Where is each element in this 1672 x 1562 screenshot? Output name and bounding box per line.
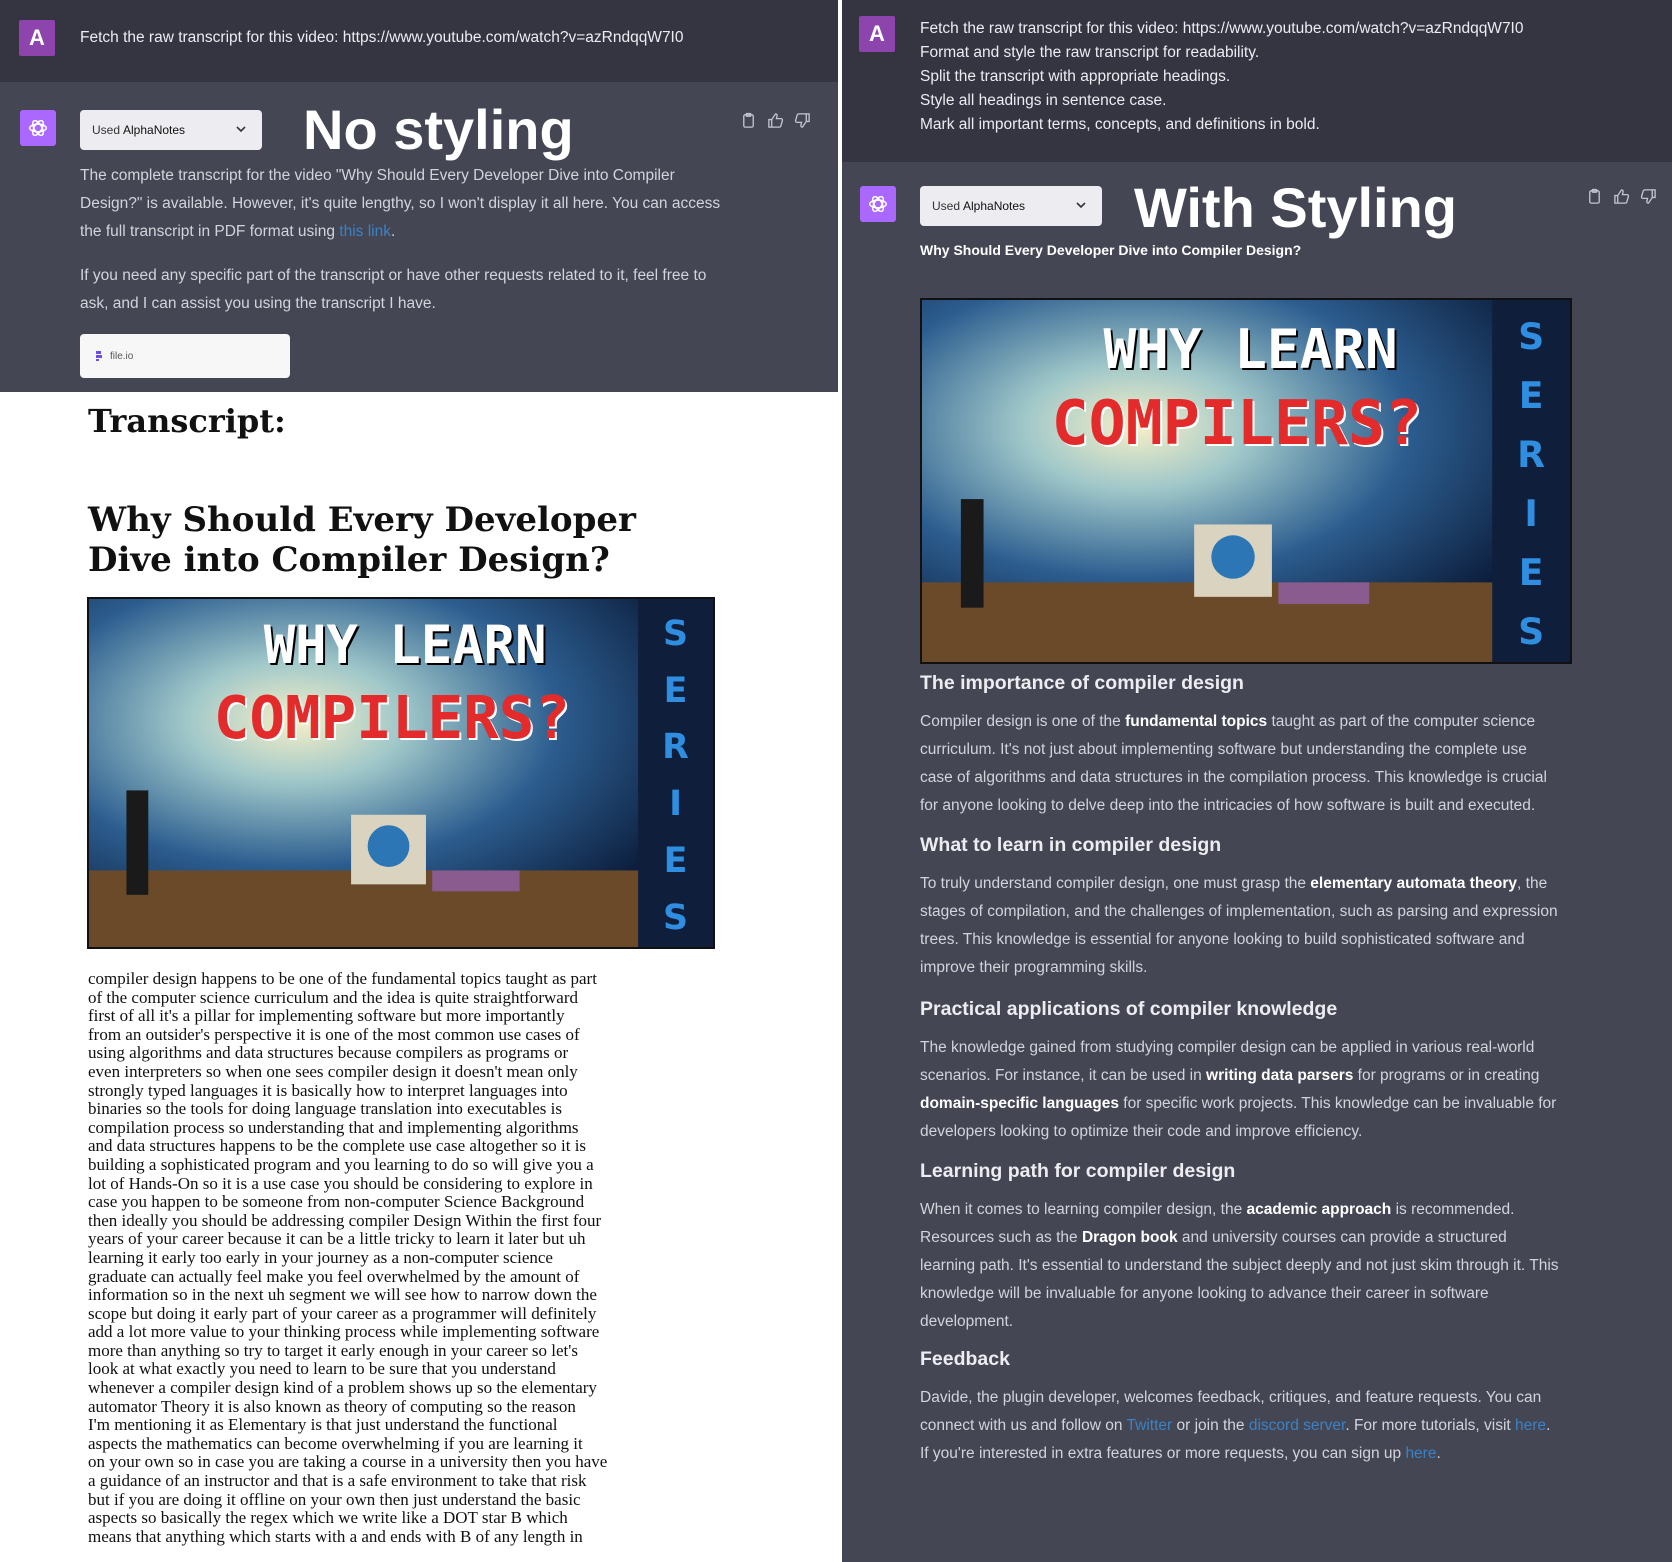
reply-text-end: .: [390, 223, 396, 240]
reply-text: The complete transcript for the video "W…: [80, 167, 721, 240]
user-avatar: A: [859, 16, 895, 52]
user-instruction-line: Style all headings in sentence case.: [920, 92, 1167, 109]
user-instruction-line: Fetch the raw transcript for this video:…: [920, 20, 1524, 37]
transcript-document: Transcript: Why Should Every Developer D…: [10, 392, 838, 1562]
thumbnail-title-line-2: COMPILERS?: [1051, 386, 1423, 459]
bold-term: domain-specific languages: [920, 1095, 1119, 1112]
message-actions: [740, 112, 811, 129]
overlay-label: With Styling: [1134, 176, 1458, 239]
pdf-link[interactable]: this link: [339, 223, 391, 240]
paragraph-text: When it comes to learning compiler desig…: [920, 1201, 1247, 1218]
section-heading: Feedback: [920, 1348, 1010, 1370]
bold-term: writing data parsers: [1206, 1067, 1354, 1084]
chevron-down-icon: [1076, 202, 1086, 209]
openai-icon: [20, 110, 56, 146]
thumbnail-title-line-1: WHY LEARN: [263, 616, 547, 677]
paragraph-text: .: [1436, 1445, 1441, 1462]
thumbs-down-icon[interactable]: [1640, 188, 1657, 205]
user-instruction-line: Format and style the raw transcript for …: [920, 44, 1260, 61]
file-io-label: file.io: [110, 350, 134, 362]
bold-term: fundamental topics: [1125, 713, 1268, 730]
section-paragraph: Compiler design is one of the fundamenta…: [920, 708, 1560, 820]
user-message-text: Fetch the raw transcript for this video:…: [80, 29, 684, 46]
assistant-message-row: Used AlphaNotes No styling The complete …: [0, 82, 838, 392]
thumbs-up-icon[interactable]: [767, 112, 784, 129]
section-heading: Learning path for compiler design: [920, 1160, 1236, 1182]
paragraph-text: Compiler design is one of the: [920, 713, 1126, 730]
section-paragraph: The knowledge gained from studying compi…: [920, 1034, 1560, 1146]
right-panel-with-styling: A Fetch the raw transcript for this vide…: [842, 0, 1672, 1562]
user-instruction-line: Split the transcript with appropriate he…: [920, 68, 1231, 85]
video-thumbnail: WHY LEARN COMPILERS? S E R I E S: [920, 298, 1572, 664]
thumbnail-series-label: SERIES: [1517, 315, 1546, 654]
paragraph-text: . For more tutorials, visit: [1345, 1417, 1516, 1434]
inline-link[interactable]: discord server: [1249, 1417, 1345, 1434]
file-io-icon: [96, 351, 102, 361]
thumbs-down-icon[interactable]: [794, 112, 811, 129]
assistant-message-row: Used AlphaNotes With Styling Why Should …: [842, 162, 1672, 1562]
video-thumbnail: WHY LEARN COMPILERS? S E R I E S: [87, 597, 715, 949]
bold-term: elementary automata theory: [1310, 875, 1518, 892]
inline-link[interactable]: Twitter: [1127, 1417, 1173, 1434]
thumbnail-title-line-2: COMPILERS?: [213, 682, 570, 752]
section-heading: The importance of compiler design: [920, 672, 1244, 694]
left-panel-no-styling: A Fetch the raw transcript for this vide…: [0, 0, 838, 1562]
section-paragraph: Davide, the plugin developer, welcomes f…: [920, 1384, 1560, 1468]
message-actions: [1586, 188, 1657, 205]
thumbnail-title-line-1: WHY LEARN: [1103, 318, 1398, 382]
section-heading: What to learn in compiler design: [920, 834, 1222, 856]
thumbnail-series-label: SERIES: [662, 613, 689, 938]
assistant-reply-paragraph-1: The complete transcript for the video "W…: [80, 162, 730, 246]
section-heading: Practical applications of compiler knowl…: [920, 998, 1338, 1020]
paragraph-text: or join the: [1172, 1417, 1249, 1434]
plugin-name: AlphaNotes: [963, 199, 1026, 213]
user-instruction-line: Mark all important terms, concepts, and …: [920, 116, 1320, 133]
plugin-used-dropdown[interactable]: Used AlphaNotes: [920, 186, 1102, 226]
user-message-row: A Fetch the raw transcript for this vide…: [842, 0, 1672, 162]
section-paragraph: When it comes to learning compiler desig…: [920, 1196, 1560, 1336]
video-title: Why Should Every Developer Dive into Com…: [920, 242, 1302, 258]
bold-term: Dragon book: [1081, 1229, 1178, 1246]
raw-transcript-text: compiler design happens to be one of the…: [88, 969, 608, 1546]
assistant-reply-paragraph-2: If you need any specific part of the tra…: [80, 267, 707, 312]
openai-icon: [860, 186, 896, 222]
video-title: Why Should Every Developer Dive into Com…: [88, 500, 636, 580]
user-avatar: A: [19, 20, 55, 56]
clipboard-icon[interactable]: [740, 112, 757, 129]
plugin-used-prefix: Used: [932, 199, 961, 213]
plugin-name: AlphaNotes: [123, 123, 186, 137]
paragraph-text: for programs or in creating: [1353, 1067, 1540, 1084]
thumbs-up-icon[interactable]: [1613, 188, 1630, 205]
plugin-used-dropdown[interactable]: Used AlphaNotes: [80, 110, 262, 150]
overlay-label: No styling: [303, 98, 574, 161]
file-io-card[interactable]: file.io: [80, 334, 290, 378]
inline-link[interactable]: here: [1515, 1417, 1546, 1434]
plugin-used-prefix: Used: [92, 123, 121, 137]
user-message-row: A Fetch the raw transcript for this vide…: [0, 0, 838, 82]
user-message-text: Fetch the raw transcript for this video:…: [920, 17, 1524, 137]
clipboard-icon[interactable]: [1586, 188, 1603, 205]
transcript-heading: Transcript:: [88, 402, 286, 440]
section-paragraph: To truly understand compiler design, one…: [920, 870, 1560, 982]
chevron-down-icon: [236, 126, 246, 133]
inline-link[interactable]: here: [1405, 1445, 1436, 1462]
bold-term: academic approach: [1246, 1201, 1392, 1218]
paragraph-text: To truly understand compiler design, one…: [920, 875, 1311, 892]
